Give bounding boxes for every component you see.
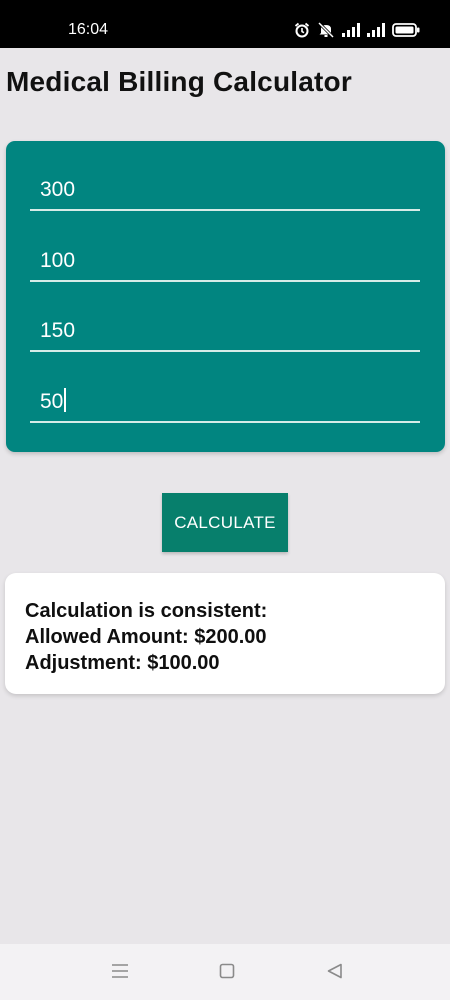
page-title: Medical Billing Calculator xyxy=(6,66,352,97)
signal-icon xyxy=(367,23,385,37)
input-card: 300 100 150 50 xyxy=(6,141,445,452)
battery-icon xyxy=(392,23,420,37)
status-icons xyxy=(294,20,420,40)
back-icon[interactable] xyxy=(326,962,344,985)
amount-field-2[interactable]: 100 xyxy=(30,242,420,282)
amount-field-4-value: 50 xyxy=(40,390,64,413)
navigation-bar xyxy=(0,944,450,1000)
menu-icon[interactable] xyxy=(111,962,129,985)
amount-field-4-wrap: 50 xyxy=(40,388,67,415)
amount-field-3[interactable]: 150 xyxy=(30,312,420,352)
home-icon[interactable] xyxy=(219,962,235,985)
status-time: 16:04 xyxy=(68,21,109,38)
amount-field-1-value: 300 xyxy=(40,178,76,201)
amount-field-3-value: 150 xyxy=(40,319,76,342)
text-cursor xyxy=(64,388,67,412)
result-card: Calculation is consistent: Allowed Amoun… xyxy=(5,573,445,694)
calculate-button[interactable]: CALCULATE xyxy=(162,493,288,552)
amount-field-2-value: 100 xyxy=(40,249,76,272)
status-bar: 16:04 xyxy=(0,0,450,48)
result-status: Calculation is consistent: xyxy=(25,600,268,622)
result-adjustment: Adjustment: $100.00 xyxy=(25,652,220,674)
mute-icon xyxy=(317,22,335,38)
signal-icon xyxy=(342,23,360,37)
amount-field-4[interactable]: 50 xyxy=(30,383,420,423)
alarm-icon xyxy=(294,22,310,38)
amount-field-1[interactable]: 300 xyxy=(30,171,420,211)
result-allowed-amount: Allowed Amount: $200.00 xyxy=(25,626,267,648)
